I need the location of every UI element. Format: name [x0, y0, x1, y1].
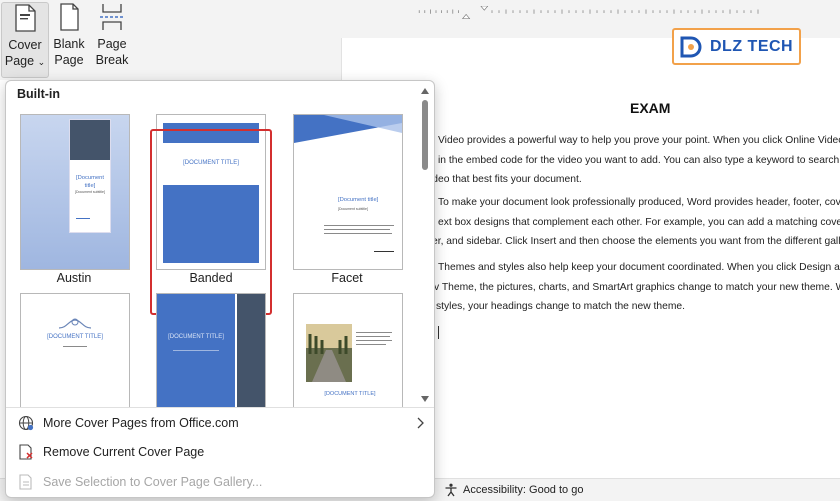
cover-page-label: Cover	[8, 38, 42, 52]
austin-card: [Document title] [Document subtitle]	[69, 119, 111, 233]
facet-text-line	[324, 229, 390, 231]
paragraph-line: in the embed code for the video you want…	[438, 154, 840, 166]
image-title: [DOCUMENT TITLE]	[324, 391, 376, 397]
cover-template-label: Banded	[189, 271, 233, 285]
scroll-up-icon[interactable]	[421, 88, 429, 94]
austin-header-block	[70, 120, 110, 160]
paragraph-line: er, and sidebar. Click Insert and then c…	[432, 236, 840, 247]
text-cursor	[438, 326, 439, 339]
paragraph-3: Themes and styles also help keep your do…	[426, 258, 840, 317]
menu-divider	[6, 407, 434, 408]
cover-template-label: Facet	[331, 271, 363, 285]
image-text-line	[356, 332, 392, 334]
austin-title: [Document title]	[75, 175, 105, 189]
document-title: EXAM	[630, 100, 671, 116]
page-break-icon	[100, 4, 124, 30]
facet-header-shape	[294, 115, 402, 143]
paragraph-line: Themes and styles also help keep your do…	[438, 262, 840, 273]
cover-template-ornate[interactable]: [DOCUMENT TITLE]	[20, 293, 130, 407]
cover-template-label: Austin	[56, 271, 92, 285]
cover-template-image[interactable]: [DOCUMENT TITLE]	[293, 293, 403, 407]
paragraph-line: ext box designs that complement each oth…	[438, 216, 840, 228]
dropdown-arrow-icon: ⌄	[37, 57, 46, 67]
save-gallery-icon	[16, 472, 36, 492]
more-cover-pages-label: More Cover Pages from Office.com	[43, 416, 239, 430]
remove-cover-icon	[16, 442, 36, 462]
cover-template-austin[interactable]: [Document title] [Document subtitle]	[20, 114, 130, 270]
cover-template-grid[interactable]: [DOCUMENT TITLE]	[156, 293, 266, 407]
accessibility-label: Accessibility: Good to go	[463, 484, 584, 496]
blank-page-icon	[60, 3, 79, 31]
gallery-scrollbar[interactable]	[420, 84, 432, 408]
ornate-title: [DOCUMENT TITLE]	[47, 334, 103, 340]
austin-subtitle: [Document subtitle]	[75, 190, 105, 194]
dlz-tech-logo: DLZ TECH	[672, 28, 801, 65]
cover-page-gallery-panel: Built-in [Document title] [Document subt…	[5, 80, 435, 498]
accessibility-icon	[445, 483, 457, 497]
dlz-logo-icon	[680, 36, 702, 57]
cover-page-gallery: [Document title] [Document subtitle] Aus…	[6, 107, 421, 407]
page-break-label-2: Break	[95, 53, 129, 67]
accessibility-status[interactable]: Accessibility: Good to go	[444, 483, 583, 497]
remove-cover-page-item[interactable]: Remove Current Cover Page	[6, 438, 432, 466]
blank-page-button[interactable]: Blank Page	[50, 2, 88, 76]
paragraph-line: To make your document look professionall…	[438, 197, 840, 208]
more-cover-pages-item[interactable]: More Cover Pages from Office.com	[6, 409, 432, 437]
save-selection-item: Save Selection to Cover Page Gallery...	[6, 468, 432, 496]
paragraph-line: Video provides a powerful way to help yo…	[438, 135, 840, 146]
horizontal-ruler[interactable]	[340, 6, 840, 20]
paragraph-line: ideo that best fits your document.	[430, 174, 582, 185]
image-text-line	[356, 340, 392, 342]
selection-highlight	[150, 129, 272, 315]
ornate-subtitle-line	[63, 346, 87, 348]
image-text-line	[356, 344, 386, 346]
page-break-label: Page	[97, 37, 127, 51]
paragraph-1: Video provides a powerful way to help yo…	[426, 131, 840, 190]
remove-cover-page-label: Remove Current Cover Page	[43, 445, 205, 459]
scroll-down-icon[interactable]	[421, 396, 429, 402]
ornament-icon	[58, 318, 92, 329]
scrollbar-thumb[interactable]	[422, 100, 428, 170]
page-break-button[interactable]: Page Break	[92, 2, 132, 76]
facet-text-line	[324, 225, 394, 227]
facet-author-line	[374, 251, 394, 253]
grid-title: [DOCUMENT TITLE]	[168, 334, 224, 340]
gallery-section-title: Built-in	[17, 87, 61, 101]
facet-text-line	[324, 233, 392, 235]
facet-subtitle: [Document subtitle]	[338, 207, 368, 211]
facet-title: [Document title]	[338, 197, 379, 203]
globe-icon	[16, 413, 36, 433]
blank-page-label-2: Page	[54, 53, 84, 67]
logo-text: DLZ TECH	[710, 37, 794, 55]
blank-page-label: Blank	[53, 37, 85, 51]
austin-line	[76, 218, 90, 220]
save-selection-label: Save Selection to Cover Page Gallery...	[43, 475, 263, 489]
landscape-image-icon	[306, 324, 352, 382]
cover-page-label-2: Page ⌄	[4, 54, 46, 68]
cover-page-button[interactable]: Cover Page ⌄	[1, 2, 49, 78]
paragraph-2: To make your document look professionall…	[426, 193, 840, 252]
image-text-line	[356, 336, 390, 338]
chevron-right-icon	[417, 417, 424, 429]
cover-template-facet[interactable]: [Document title] [Document subtitle]	[293, 114, 403, 270]
cover-page-icon	[15, 4, 36, 32]
paragraph-line: v Theme, the pictures, charts, and Smart…	[434, 281, 840, 293]
grid-side-block	[237, 294, 265, 407]
paragraph-line: styles, your headings change to match th…	[436, 301, 685, 312]
grid-line	[173, 350, 219, 352]
